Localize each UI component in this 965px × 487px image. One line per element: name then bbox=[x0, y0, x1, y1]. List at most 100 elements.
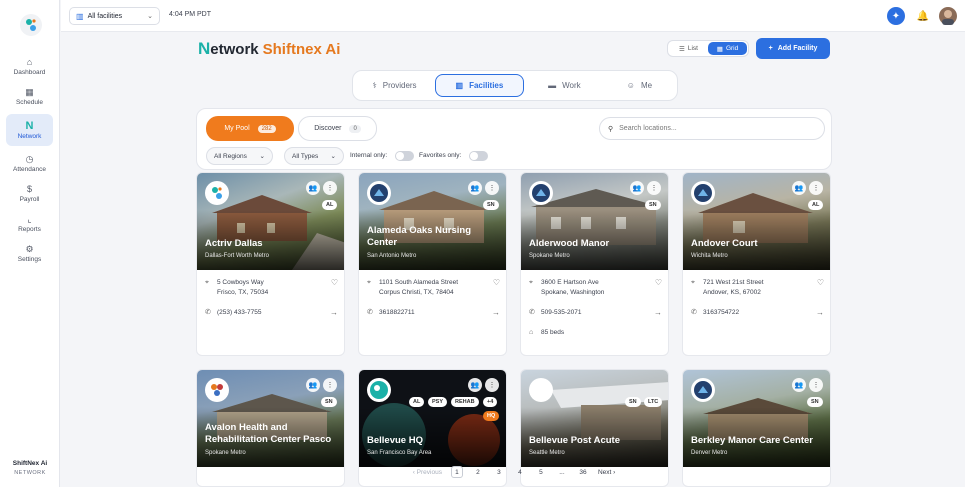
users-icon[interactable]: 👥 bbox=[630, 181, 644, 195]
users-icon[interactable]: 👥 bbox=[468, 181, 482, 195]
arrow-right-icon[interactable]: → bbox=[654, 308, 662, 318]
facility-name: Berkley Manor Care Center bbox=[691, 435, 813, 446]
my-pool-button[interactable]: My Pool 282 bbox=[206, 116, 294, 141]
my-pool-count: 282 bbox=[257, 124, 276, 133]
facility-name: Alderwood Manor bbox=[529, 238, 610, 249]
address-line1: 721 West 21st Street bbox=[703, 279, 764, 286]
page-4-button[interactable]: 4 bbox=[514, 466, 526, 478]
page-3-button[interactable]: 3 bbox=[493, 466, 505, 478]
sidebar-item-attendance[interactable]: ◷ Attendance bbox=[6, 149, 53, 177]
more-options-icon[interactable]: ⋮ bbox=[323, 378, 337, 392]
tab-me[interactable]: ☺ Me bbox=[605, 74, 674, 97]
users-icon[interactable]: 👥 bbox=[306, 181, 320, 195]
phone-row: ✆ 509-535-2071 → bbox=[529, 308, 662, 318]
facility-beds: 85 beds bbox=[541, 329, 565, 336]
footer-brand: ShiftNex Ai bbox=[12, 460, 48, 467]
tab-facilities[interactable]: ▥ Facilities bbox=[435, 74, 524, 97]
location-pin-icon: ⌖ bbox=[529, 279, 533, 286]
discover-button[interactable]: Discover 0 bbox=[298, 116, 377, 141]
facility-select[interactable]: ▥ All facilities ⌄ bbox=[69, 7, 160, 25]
phone-icon: ✆ bbox=[367, 309, 373, 316]
more-options-icon[interactable]: ⋮ bbox=[809, 378, 823, 392]
sidebar-item-label: Settings bbox=[17, 255, 42, 263]
tab-label: Providers bbox=[382, 81, 417, 90]
address-row: ⌖ 1101 South Alameda Street Corpus Christ… bbox=[367, 278, 500, 298]
facility-card[interactable]: 👥 ⋮ SN Alderwood Manor Spokane Metro ⌖ 3… bbox=[520, 172, 669, 356]
more-options-icon[interactable]: ⋮ bbox=[323, 181, 337, 195]
internal-only-toggle[interactable] bbox=[395, 151, 414, 161]
facility-name: Andover Court bbox=[691, 238, 758, 249]
page-36-button[interactable]: 36 bbox=[577, 466, 589, 478]
tab-work[interactable]: ▬ Work bbox=[526, 74, 603, 97]
arrow-right-icon[interactable]: → bbox=[492, 308, 500, 318]
facility-card[interactable]: 👥 ⋮ SN Alameda Oaks Nursing Center San A… bbox=[358, 172, 507, 356]
regions-dropdown[interactable]: All Regions ⌄ bbox=[206, 147, 273, 165]
phone-row: ✆ 3163754722 → bbox=[691, 308, 824, 318]
address-line2: Spokane, Washington bbox=[541, 289, 605, 296]
heart-icon[interactable]: ♡ bbox=[817, 278, 824, 288]
next-page-button[interactable]: Next › bbox=[598, 469, 615, 476]
types-dropdown[interactable]: All Types ⌄ bbox=[284, 147, 344, 165]
sidebar-item-settings[interactable]: ⚙ Settings bbox=[6, 239, 53, 267]
dollar-icon: $ bbox=[26, 183, 32, 194]
clock-icon: ◷ bbox=[25, 153, 34, 164]
facility-metro: San Antonio Metro bbox=[367, 253, 417, 259]
address-line2: Corpus Christi, TX, 78404 bbox=[379, 289, 454, 296]
app-logo-icon[interactable] bbox=[20, 14, 42, 36]
sidebar-item-reports[interactable]: ⌞ Reports bbox=[6, 209, 53, 237]
heart-icon[interactable]: ♡ bbox=[655, 278, 662, 288]
more-options-icon[interactable]: ⋮ bbox=[809, 181, 823, 195]
facility-card[interactable]: 👥 ⋮ AL Andover Court Wichita Metro ⌖ 721… bbox=[682, 172, 831, 356]
sidebar-item-schedule[interactable]: ▦ Schedule bbox=[6, 82, 53, 110]
bell-icon[interactable]: 🔔 bbox=[914, 7, 932, 25]
search-input[interactable]: ⚲ Search locations... bbox=[599, 117, 825, 140]
sidebar-item-network[interactable]: N Network bbox=[6, 114, 53, 146]
location-pin-icon: ⌖ bbox=[367, 279, 371, 286]
type-badge: SN bbox=[321, 397, 337, 407]
list-view-button[interactable]: ☰ List bbox=[669, 42, 708, 55]
address-line1: 5 Cowboys Way bbox=[217, 279, 264, 286]
ai-assistant-icon[interactable]: ✦ bbox=[887, 7, 905, 25]
facility-metro: Spokane Metro bbox=[205, 450, 246, 456]
users-icon[interactable]: 👥 bbox=[792, 181, 806, 195]
users-icon[interactable]: 👥 bbox=[306, 378, 320, 392]
topbar: ▥ All facilities ⌄ 4:04 PM PDT ✦ 🔔 bbox=[61, 0, 965, 32]
heart-icon[interactable]: ♡ bbox=[493, 278, 500, 288]
page-2-button[interactable]: 2 bbox=[472, 466, 484, 478]
page-1-button[interactable]: 1 bbox=[450, 466, 463, 478]
more-options-icon[interactable]: ⋮ bbox=[647, 181, 661, 195]
brand-n: N bbox=[198, 39, 211, 58]
facility-card[interactable]: 👥 ⋮ AL Actriv Dallas Dallas-Fort Worth M… bbox=[196, 172, 345, 356]
avatar[interactable] bbox=[939, 7, 957, 25]
chart-icon: ⌞ bbox=[27, 213, 32, 224]
arrow-right-icon[interactable]: → bbox=[330, 308, 338, 318]
phone-icon: ✆ bbox=[529, 309, 535, 316]
grid-view-button[interactable]: ▦ Grid bbox=[708, 42, 747, 55]
user-check-icon: ☺ bbox=[626, 81, 635, 90]
sidebar-item-dashboard[interactable]: ⌂ Dashboard bbox=[6, 52, 53, 80]
facility-logo bbox=[529, 378, 553, 402]
chevron-down-icon: ⌄ bbox=[147, 13, 153, 20]
network-brand-logo: N etwork Shiftnex Ai bbox=[198, 38, 340, 60]
heart-icon[interactable]: ♡ bbox=[331, 278, 338, 288]
calendar-icon: ▦ bbox=[25, 86, 34, 97]
facility-metro: Wichita Metro bbox=[691, 253, 728, 259]
favorites-only-toggle[interactable] bbox=[469, 151, 488, 161]
sidebar-item-label: Dashboard bbox=[13, 68, 46, 76]
type-badge: AL bbox=[808, 200, 824, 210]
more-options-icon[interactable]: ⋮ bbox=[485, 378, 499, 392]
facility-logo bbox=[691, 378, 715, 402]
sidebar-item-payroll[interactable]: $ Payroll bbox=[6, 179, 53, 207]
users-icon[interactable]: 👥 bbox=[468, 378, 482, 392]
tab-providers[interactable]: ⚕ Providers bbox=[356, 74, 433, 97]
add-facility-button[interactable]: + Add Facility bbox=[756, 38, 830, 59]
bed-icon: ⌂ bbox=[529, 329, 534, 336]
more-options-icon[interactable]: ⋮ bbox=[485, 181, 499, 195]
previous-page-button[interactable]: ‹ Previous bbox=[413, 469, 442, 476]
arrow-right-icon[interactable]: → bbox=[816, 308, 824, 318]
page-5-button[interactable]: 5 bbox=[535, 466, 547, 478]
users-icon[interactable]: 👥 bbox=[792, 378, 806, 392]
search-icon: ⚲ bbox=[608, 125, 614, 133]
sidebar-item-label: Attendance bbox=[13, 165, 46, 173]
phone-icon: ✆ bbox=[691, 309, 697, 316]
